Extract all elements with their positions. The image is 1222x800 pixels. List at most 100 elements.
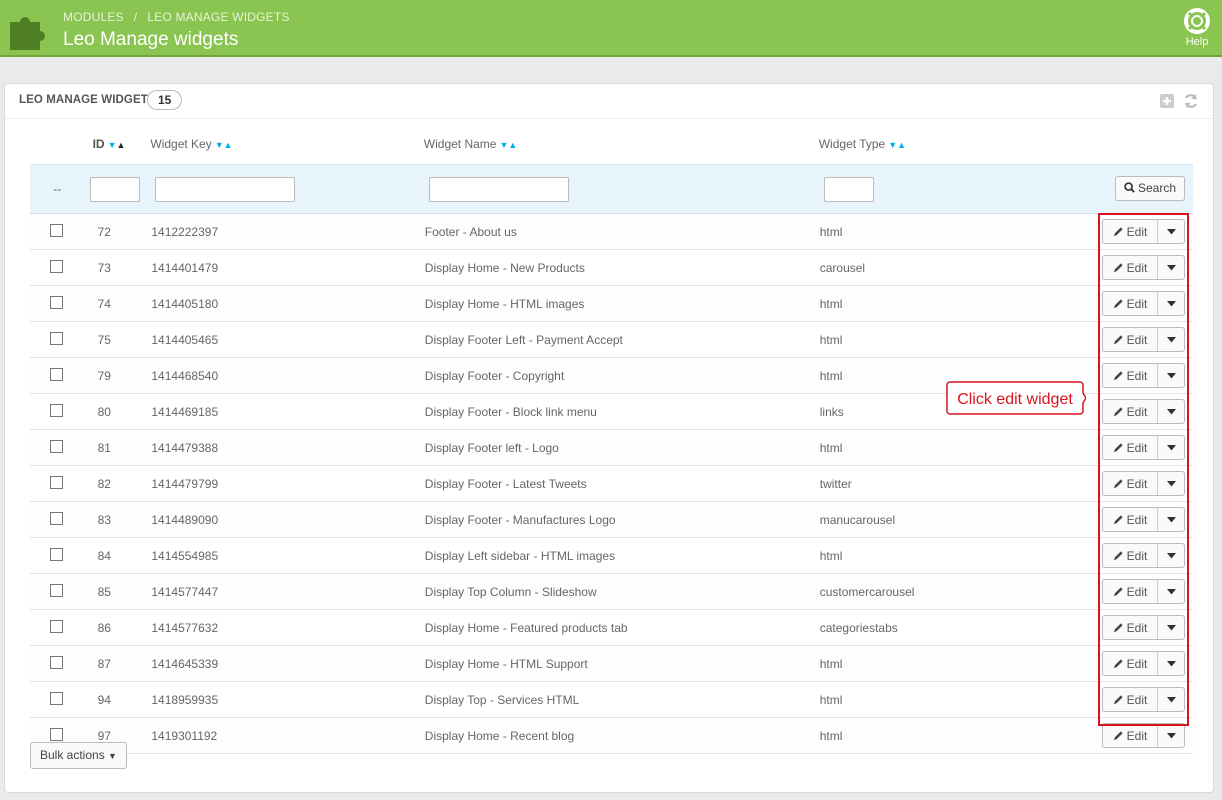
row-checkbox[interactable] [50,367,63,381]
caret-down-icon [1166,264,1176,270]
edit-button[interactable]: Edit [1103,688,1158,711]
table-row[interactable]: 97 1419301192 Display Home - Recent blog ht… [30,717,1193,754]
table-row[interactable]: 87 1414645339 Display Home - HTML Support h… [30,645,1193,682]
edit-label: Edit [1126,692,1148,707]
cell-widget-type: html [819,548,843,563]
cell-widget-key: 1414468540 [151,368,219,383]
row-checkbox[interactable] [50,655,63,669]
edit-button[interactable]: Edit [1103,580,1158,603]
row-checkbox[interactable] [50,259,63,273]
table-row[interactable]: 82 1414479799 Display Footer - Latest Twee… [30,465,1193,502]
column-header-widget-name[interactable]: Widget Name ▼▲ [424,124,819,165]
edit-button[interactable]: Edit [1103,652,1158,675]
table-row[interactable]: 75 1414405465 Display Footer Left - Paymen… [30,321,1193,358]
cell-widget-key: 1418959935 [151,692,219,707]
sort-desc-icon[interactable]: ▼ [888,140,897,150]
filter-widget-key-input[interactable] [155,176,296,202]
table-row[interactable]: 73 1414401479 Display Home - New Products c… [30,249,1193,286]
cell-widget-key: 1412222397 [151,224,219,239]
row-actions-dropdown-button[interactable] [1158,400,1184,423]
column-header-id[interactable]: ID ▼▲ [85,124,151,165]
sort-asc-icon[interactable]: ▲ [508,140,517,150]
caret-down-icon [1166,660,1176,666]
row-actions-dropdown-button[interactable] [1158,544,1184,567]
sort-asc-icon[interactable]: ▲ [117,140,126,150]
row-checkbox[interactable] [50,619,63,633]
sort-desc-icon[interactable]: ▼ [215,140,224,150]
edit-button[interactable]: Edit [1103,724,1158,747]
table-row[interactable]: 72 1412222397 Footer - About us html Edit [30,213,1193,250]
row-actions-dropdown-button[interactable] [1158,652,1184,675]
refresh-icon[interactable] [1183,93,1199,109]
edit-button[interactable]: Edit [1103,472,1158,495]
table-row[interactable]: 94 1418959935 Display Top - Services HTML h… [30,681,1193,718]
row-actions-dropdown-button[interactable] [1158,508,1184,531]
row-actions-dropdown-button[interactable] [1158,472,1184,495]
row-checkbox[interactable] [50,727,63,741]
edit-button[interactable]: Edit [1103,220,1158,243]
add-new-icon[interactable] [1159,93,1175,109]
edit-button[interactable]: Edit [1103,544,1158,567]
row-actions-dropdown-button[interactable] [1158,436,1184,459]
row-actions-dropdown-button[interactable] [1158,292,1184,315]
table-row[interactable]: 83 1414489090 Display Footer - Manufacture… [30,501,1193,538]
row-actions: Edit [1102,615,1185,640]
edit-button[interactable]: Edit [1103,328,1158,351]
cell-widget-type: html [819,296,843,311]
row-actions: Edit [1102,435,1185,460]
table-row[interactable]: 85 1414577447 Display Top Column - Slidesh… [30,573,1193,610]
row-checkbox[interactable] [50,439,63,453]
row-checkbox[interactable] [50,403,63,417]
edit-button[interactable]: Edit [1103,436,1158,459]
cell-widget-name: Display Home - New Products [424,260,585,275]
row-checkbox[interactable] [50,547,63,561]
row-checkbox[interactable] [50,691,63,705]
edit-button[interactable]: Edit [1103,256,1158,279]
edit-button[interactable]: Edit [1103,508,1158,531]
row-actions-dropdown-button[interactable] [1158,724,1184,747]
search-button[interactable]: Search [1114,176,1185,201]
row-checkbox[interactable] [50,331,63,345]
row-actions-dropdown-button[interactable] [1158,328,1184,351]
row-actions-dropdown-button[interactable] [1158,616,1184,639]
breadcrumb-modules[interactable]: MODULES [63,10,124,24]
column-header-widget-type[interactable]: Widget Type ▼▲ [819,124,1101,165]
filter-id-input[interactable] [89,176,140,202]
row-actions-dropdown-button[interactable] [1158,220,1184,243]
row-actions: Edit [1102,543,1185,568]
cell-widget-name: Footer - About us [424,224,517,239]
sort-asc-icon[interactable]: ▲ [224,140,233,150]
row-checkbox[interactable] [50,475,63,489]
edit-label: Edit [1126,548,1148,563]
edit-button[interactable]: Edit [1103,616,1158,639]
table-row[interactable]: 74 1414405180 Display Home - HTML images ht… [30,285,1193,322]
cell-widget-type: html [819,332,843,347]
row-checkbox[interactable] [50,223,63,237]
filter-widget-name-input[interactable] [428,176,569,202]
help-button[interactable]: Help [1182,8,1212,48]
table-row[interactable]: 84 1414554985 Display Left sidebar - HTML … [30,537,1193,574]
breadcrumb-leo-manage-widgets[interactable]: LEO MANAGE WIDGETS [147,10,289,24]
table-row[interactable]: 86 1414577632 Display Home - Featured prod… [30,609,1193,646]
caret-down-icon [1166,516,1176,522]
row-checkbox[interactable] [50,511,63,525]
row-actions-dropdown-button[interactable] [1158,688,1184,711]
edit-button[interactable]: Edit [1103,292,1158,315]
sort-asc-icon[interactable]: ▲ [897,140,906,150]
bulk-actions-button[interactable]: Bulk actions ▼ [30,742,127,769]
column-header-widget-key[interactable]: Widget Key ▼▲ [150,124,423,165]
filter-widget-type-input[interactable] [823,176,874,202]
row-actions-dropdown-button[interactable] [1158,256,1184,279]
cell-widget-name: Display Footer - Block link menu [424,404,597,419]
filter-row: -- Search [30,164,1193,214]
row-checkbox[interactable] [50,295,63,309]
pencil-icon [1113,515,1123,525]
table-row[interactable]: 81 1414479388 Display Footer left - Logo ht… [30,429,1193,466]
edit-button[interactable]: Edit [1103,364,1158,387]
row-checkbox[interactable] [50,583,63,597]
sort-desc-icon[interactable]: ▼ [108,140,117,150]
row-actions-dropdown-button[interactable] [1158,364,1184,387]
row-actions-dropdown-button[interactable] [1158,580,1184,603]
edit-button[interactable]: Edit [1103,400,1158,423]
caret-down-icon [1166,480,1176,486]
